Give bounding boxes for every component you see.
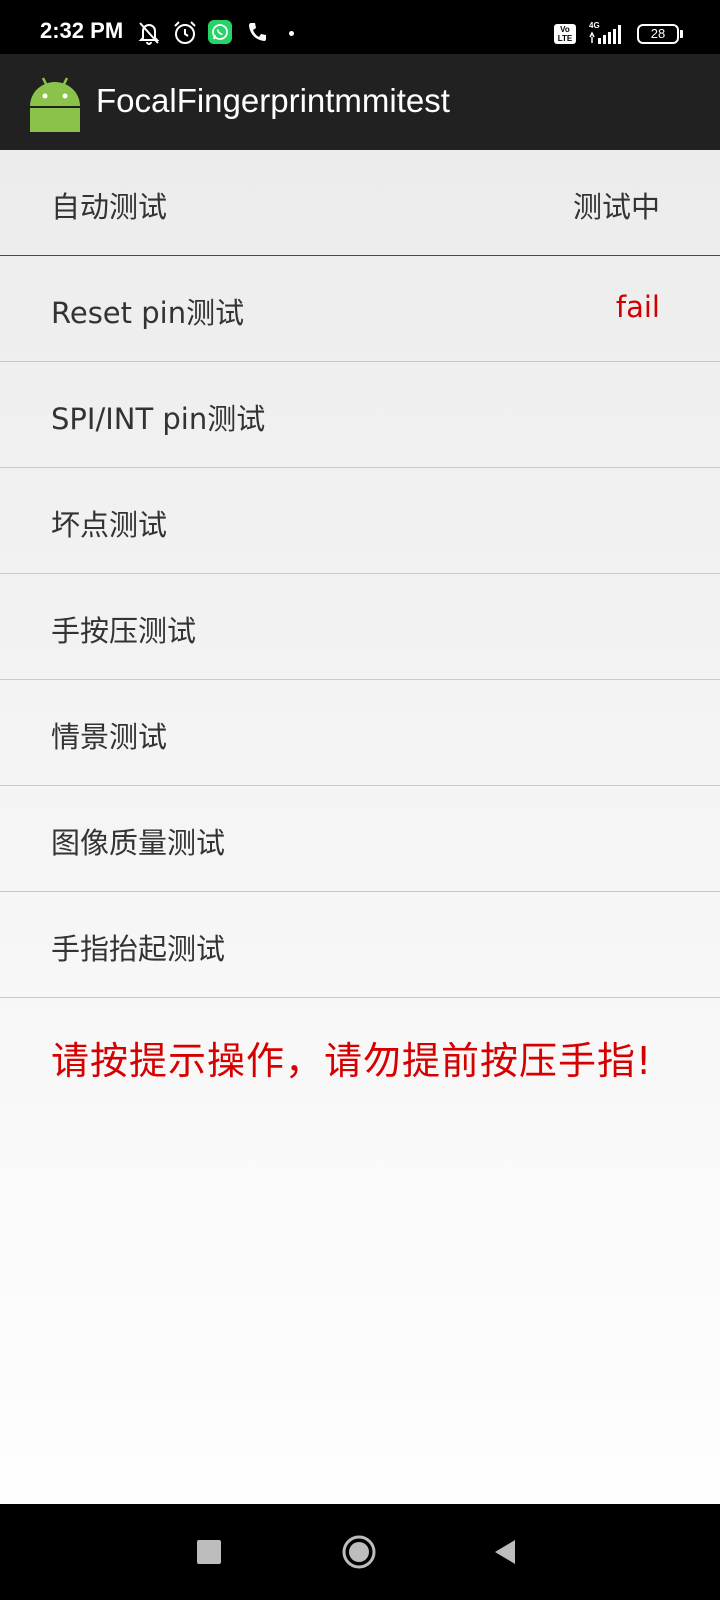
test-label: 图像质量测试 bbox=[51, 826, 226, 860]
signal-icon bbox=[588, 23, 628, 45]
app-bar: FocalFingerprintmmitest bbox=[0, 54, 720, 150]
battery-tip bbox=[680, 30, 683, 38]
battery-level: 28 bbox=[650, 26, 666, 41]
app-title: FocalFingerprintmmitest bbox=[96, 82, 450, 119]
screen: 2:32 PM Vo LTE 4G 28 FocalFingerprintmmi… bbox=[0, 0, 720, 1600]
bell-off-icon bbox=[137, 20, 161, 46]
circle-icon bbox=[342, 1535, 376, 1569]
test-row-image-quality[interactable]: 图像质量测试 bbox=[0, 786, 720, 892]
alarm-icon bbox=[172, 20, 198, 46]
navigation-bar bbox=[0, 1504, 720, 1600]
test-row-finger-press[interactable]: 手按压测试 bbox=[0, 574, 720, 680]
triangle-back-icon bbox=[495, 1540, 515, 1564]
test-row-dead-pixel[interactable]: 坏点测试 bbox=[0, 468, 720, 574]
status-bar: 2:32 PM Vo LTE 4G 28 bbox=[0, 0, 720, 54]
square-icon bbox=[197, 1540, 221, 1564]
dot-icon bbox=[289, 31, 294, 36]
status-time: 2:32 PM bbox=[40, 18, 124, 43]
auto-test-row[interactable]: 自动测试 测试中 bbox=[0, 150, 720, 256]
test-content: 自动测试 测试中 Reset pin测试 fail SPI/INT pin测试 … bbox=[0, 150, 720, 1504]
test-row-finger-lift[interactable]: 手指抬起测试 bbox=[0, 892, 720, 998]
test-label: Reset pin测试 bbox=[51, 296, 245, 330]
home-button[interactable] bbox=[341, 1534, 377, 1574]
test-status: fail bbox=[615, 290, 660, 324]
test-label: SPI/INT pin测试 bbox=[51, 402, 266, 436]
test-label: 手指抬起测试 bbox=[51, 932, 226, 966]
auto-test-status: 测试中 bbox=[572, 190, 660, 224]
volte-icon: Vo LTE bbox=[554, 24, 576, 44]
test-label: 情景测试 bbox=[51, 720, 168, 754]
back-button[interactable] bbox=[493, 1539, 517, 1569]
battery-icon: 28 bbox=[637, 24, 679, 44]
phone-icon bbox=[246, 20, 268, 44]
android-robot-icon bbox=[28, 74, 82, 132]
recents-button[interactable] bbox=[197, 1540, 221, 1568]
test-label: 坏点测试 bbox=[51, 508, 168, 542]
test-row-reset-pin[interactable]: Reset pin测试 fail bbox=[0, 256, 720, 362]
instruction-hint: 请按提示操作，请勿提前按压手指! bbox=[51, 1039, 653, 1083]
test-row-spi-int-pin[interactable]: SPI/INT pin测试 bbox=[0, 362, 720, 468]
auto-test-label: 自动测试 bbox=[51, 190, 168, 224]
whatsapp-icon bbox=[208, 20, 232, 44]
test-label: 手按压测试 bbox=[51, 614, 197, 648]
test-row-scenario[interactable]: 情景测试 bbox=[0, 680, 720, 786]
